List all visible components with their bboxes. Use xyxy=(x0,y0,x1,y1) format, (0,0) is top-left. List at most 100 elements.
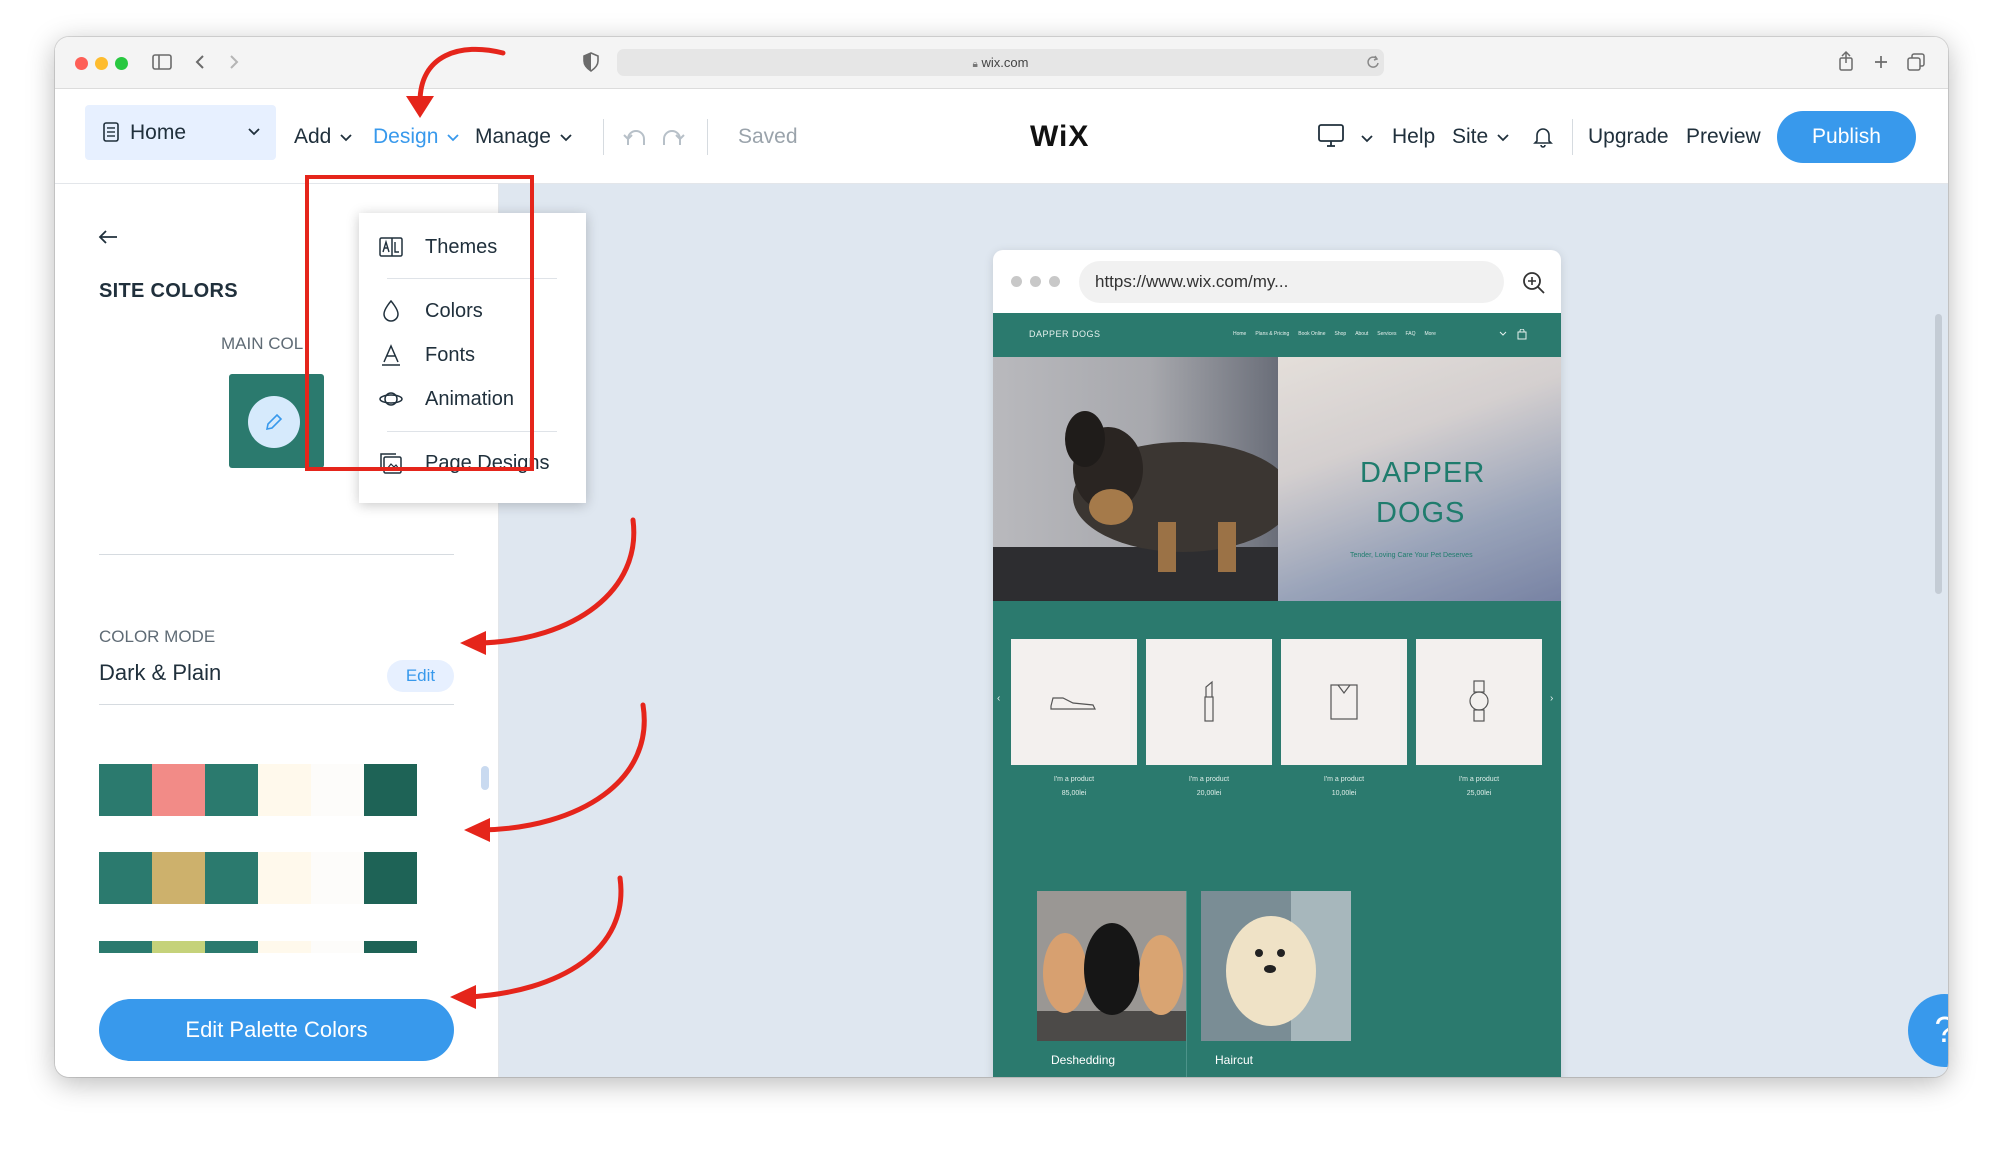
address-text: wix.com xyxy=(981,55,1029,70)
palette-swatch xyxy=(152,852,205,904)
preview-browser-dot xyxy=(1030,276,1041,287)
back-arrow-icon[interactable] xyxy=(193,53,207,71)
minimize-window-button[interactable] xyxy=(95,57,108,70)
menu-item-page-designs[interactable]: Page Designs xyxy=(359,441,586,485)
back-arrow-icon[interactable] xyxy=(97,228,119,246)
site-nav-item[interactable]: Home xyxy=(1233,331,1246,337)
wix-logo: WiX xyxy=(1030,120,1090,153)
palette-swatch xyxy=(364,941,417,953)
product-price: 20,00lei xyxy=(1196,790,1222,797)
site-nav-item[interactable]: FAQ xyxy=(1405,331,1415,337)
site-content: DAPPER DOGS Home Plans & Pricing Book Onli… xyxy=(993,313,1561,1077)
manage-menu[interactable]: Manage xyxy=(475,89,573,184)
preview-url-bar[interactable]: https://www.wix.com/my... xyxy=(1079,261,1504,303)
cart-icon xyxy=(1517,329,1527,340)
preview-url: https://www.wix.com/my... xyxy=(1095,272,1289,291)
palette-swatch xyxy=(99,941,152,953)
publish-button[interactable]: Publish xyxy=(1777,111,1916,163)
site-nav-item[interactable]: Book Online xyxy=(1298,331,1325,337)
service-image[interactable] xyxy=(1201,891,1351,1041)
dog-photo xyxy=(993,411,1278,601)
chevron-down-icon xyxy=(248,128,260,136)
main-color-swatch[interactable] xyxy=(229,374,324,468)
lipstick-icon xyxy=(1204,680,1214,722)
hero-image-left xyxy=(993,357,1278,601)
design-menu-label: Design xyxy=(373,125,439,148)
hero-image-right: DAPPER DOGS Tender, Loving Care Your Pet… xyxy=(1278,357,1561,601)
new-tab-icon[interactable] xyxy=(1873,54,1889,70)
site-nav-item[interactable]: Services xyxy=(1377,331,1396,337)
site-menu-label: Site xyxy=(1452,125,1489,148)
close-window-button[interactable] xyxy=(75,57,88,70)
section-divider xyxy=(99,554,454,555)
product-name: I'm a product xyxy=(1188,776,1230,783)
next-arrow-icon[interactable]: › xyxy=(1550,693,1553,704)
add-menu[interactable]: Add xyxy=(294,89,353,184)
site-nav-item[interactable]: Shop xyxy=(1335,331,1347,337)
toolbar-divider xyxy=(707,119,708,155)
dogs-photo xyxy=(1037,891,1187,1041)
palette-swatch xyxy=(258,852,311,904)
design-menu-button[interactable]: Design xyxy=(373,89,460,184)
themes-icon xyxy=(379,237,403,257)
palette-swatch xyxy=(311,764,364,816)
palette-scrollbar[interactable] xyxy=(481,766,489,790)
help-menu[interactable]: Help xyxy=(1392,89,1435,184)
palette-option[interactable] xyxy=(99,852,417,904)
canvas-scrollbar[interactable] xyxy=(1935,314,1942,594)
preview-link[interactable]: Preview xyxy=(1686,89,1761,184)
chevron-down-icon xyxy=(1499,331,1507,336)
palette-swatch xyxy=(364,764,417,816)
hero-subtitle: Tender, Loving Care Your Pet Deserves xyxy=(1350,552,1473,559)
menu-item-animation[interactable]: Animation xyxy=(359,377,586,421)
tab-overview-icon[interactable] xyxy=(1907,53,1925,71)
redo-icon[interactable] xyxy=(658,125,686,149)
forward-arrow-icon[interactable] xyxy=(227,53,241,71)
site-nav-item[interactable]: About xyxy=(1355,331,1368,337)
site-menu[interactable]: Site xyxy=(1452,89,1510,184)
preview-browser-dot xyxy=(1011,276,1022,287)
page-select[interactable]: Home xyxy=(85,105,276,160)
product-card[interactable] xyxy=(1146,639,1272,765)
menu-item-label: Page Designs xyxy=(425,452,550,474)
chevron-down-icon[interactable] xyxy=(1360,134,1374,144)
product-card[interactable] xyxy=(1281,639,1407,765)
menu-item-label: Colors xyxy=(425,300,483,322)
chevron-down-icon xyxy=(340,134,353,142)
menu-item-fonts[interactable]: Fonts xyxy=(359,333,586,377)
service-image[interactable] xyxy=(1037,891,1187,1041)
shoe-icon xyxy=(1050,697,1096,710)
color-mode-edit-button[interactable]: Edit xyxy=(387,660,454,692)
upgrade-link[interactable]: Upgrade xyxy=(1588,89,1669,184)
page-icon xyxy=(103,122,119,142)
edit-palette-button[interactable]: Edit Palette Colors xyxy=(99,999,454,1061)
menu-item-label: Fonts xyxy=(425,344,476,366)
planet-icon xyxy=(379,392,403,406)
prev-arrow-icon[interactable]: ‹ xyxy=(997,693,1000,704)
palette-swatch xyxy=(152,764,205,816)
undo-icon[interactable] xyxy=(622,125,650,149)
maximize-window-button[interactable] xyxy=(115,57,128,70)
privacy-shield-icon[interactable] xyxy=(583,52,599,72)
product-card[interactable] xyxy=(1011,639,1137,765)
palette-option[interactable] xyxy=(99,941,417,953)
reload-icon[interactable] xyxy=(1366,55,1380,69)
bell-icon[interactable] xyxy=(1533,126,1553,148)
address-bar[interactable]: 🔒︎ wix.com xyxy=(617,49,1384,76)
menu-item-themes[interactable]: Themes xyxy=(359,225,586,269)
edit-color-button[interactable] xyxy=(248,396,300,448)
palette-option[interactable] xyxy=(99,764,417,816)
desktop-view-icon[interactable] xyxy=(1317,123,1345,149)
product-card[interactable] xyxy=(1416,639,1542,765)
site-nav-item[interactable]: Plans & Pricing xyxy=(1255,331,1289,337)
product-name: I'm a product xyxy=(1323,776,1365,783)
font-icon xyxy=(382,344,400,366)
site-nav-item[interactable]: More xyxy=(1424,331,1435,337)
share-icon[interactable] xyxy=(1838,50,1854,72)
browser-titlebar: 🔒︎ wix.com xyxy=(55,37,1948,89)
zoom-icon[interactable] xyxy=(1521,270,1547,296)
sidebar-toggle-icon[interactable] xyxy=(152,53,172,71)
menu-item-colors[interactable]: Colors xyxy=(359,289,586,333)
product-name: I'm a product xyxy=(1458,776,1500,783)
palette-swatch xyxy=(99,852,152,904)
